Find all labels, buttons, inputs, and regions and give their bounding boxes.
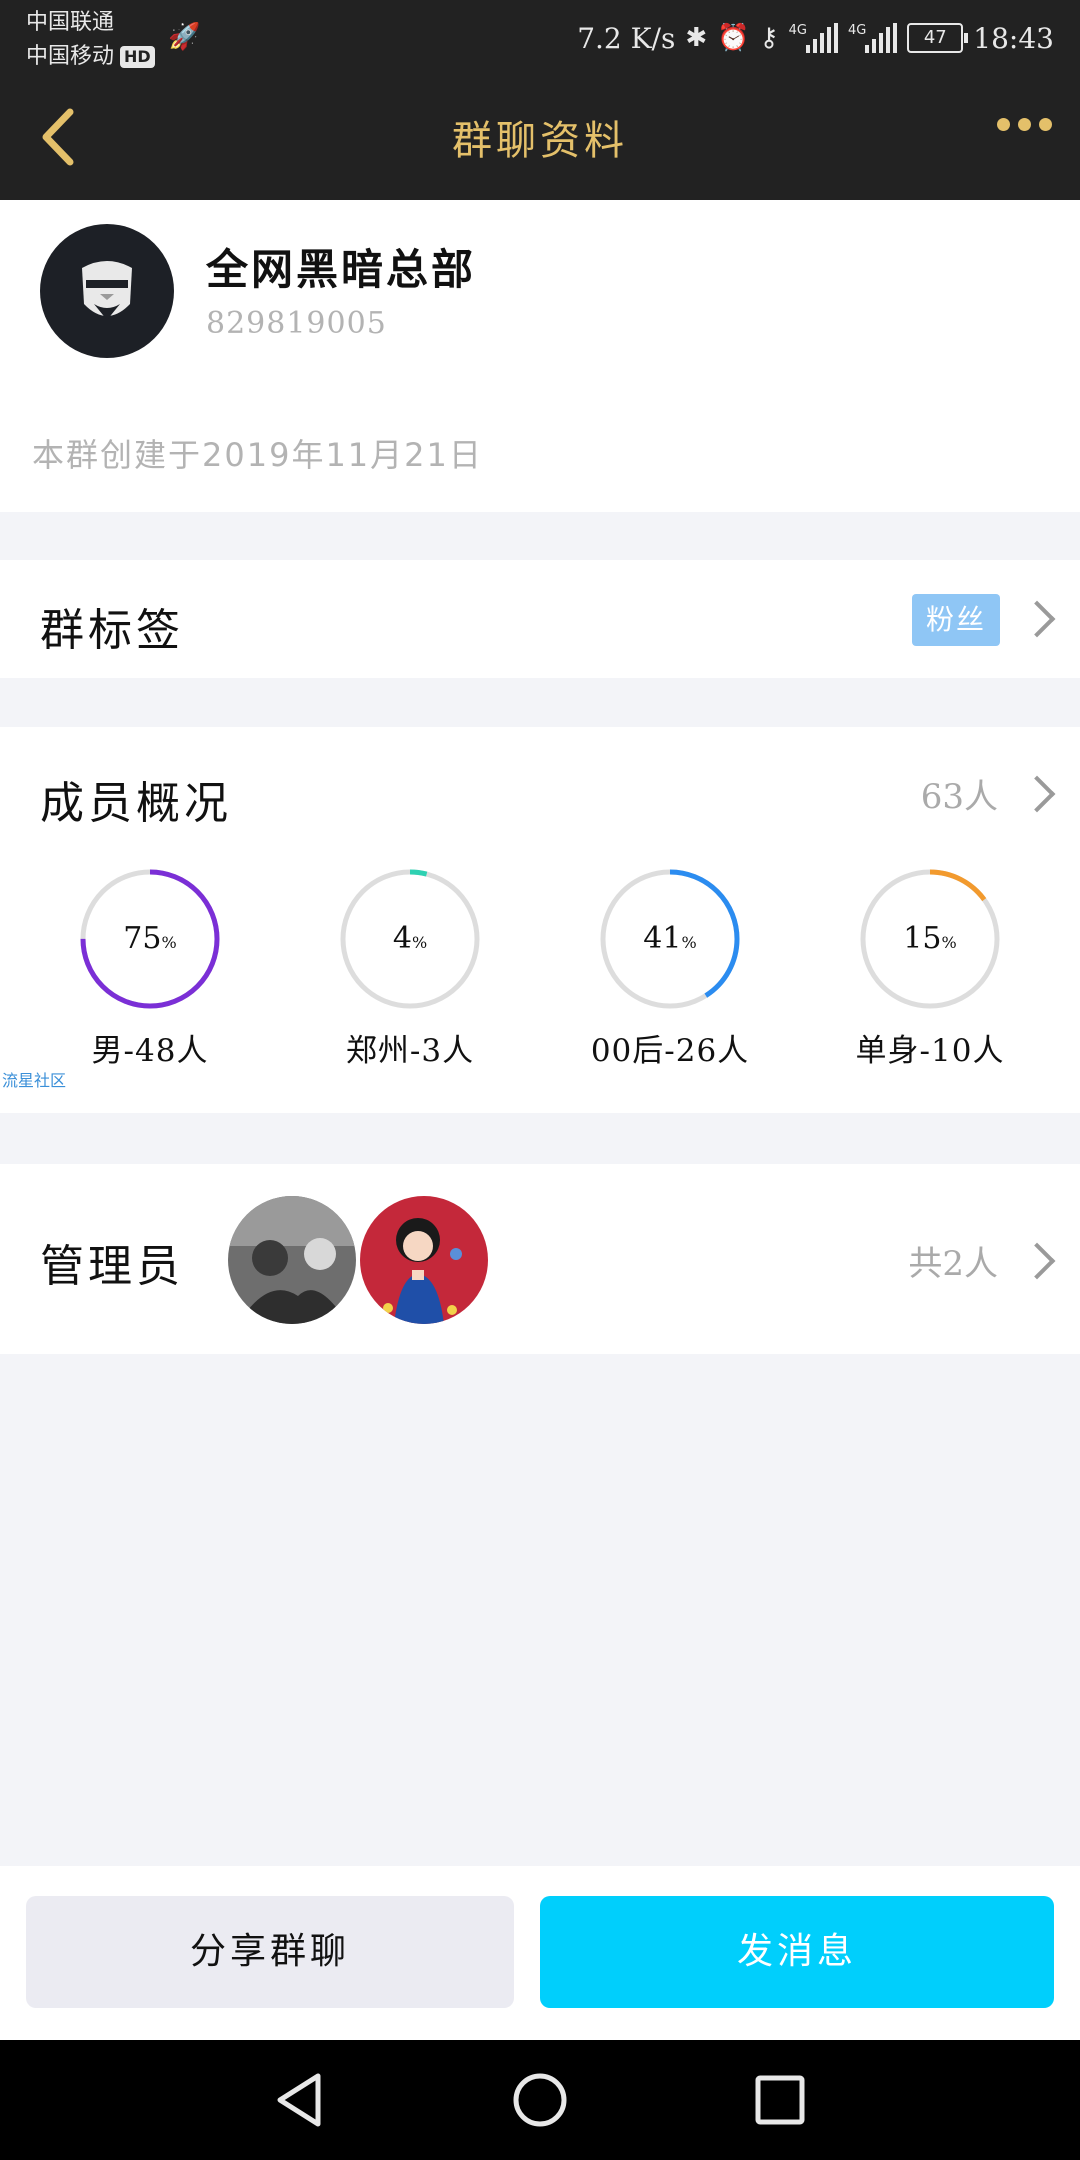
member-stat: 41% 00后-26人 — [580, 867, 760, 1070]
avatar-image — [228, 1196, 356, 1324]
watermark-text: 流星社区 — [2, 1071, 67, 1090]
alarm-icon: ⏰ — [717, 23, 750, 53]
stat-ring: 15% — [858, 867, 1002, 1011]
network-2-label: 4G — [847, 23, 867, 38]
share-group-button[interactable]: 分享群聊 — [26, 1896, 514, 2008]
mask-icon — [82, 261, 132, 320]
stat-value: 4 — [392, 921, 412, 956]
triangle-back-icon — [277, 2073, 321, 2127]
chevron-right-icon — [1018, 1242, 1056, 1280]
group-tags-title: 群标签 — [40, 605, 184, 656]
chevron-right-icon — [1018, 600, 1056, 638]
stat-unit: % — [411, 933, 428, 952]
carrier-1: 中国联通 — [26, 10, 115, 35]
group-profile-card: 全网黑暗总部 829819005 本群创建于2019年11月21日 — [0, 200, 1080, 512]
top-bar: 中国联通 中国移动 HD 🚀 7.2 K/s ✱ ⏰ ⚷ 4G 4G 47 18:… — [0, 0, 1080, 200]
circle-home-icon — [513, 2073, 567, 2127]
rocket-icon: 🚀 — [168, 22, 201, 52]
member-overview-card[interactable]: 成员概况 63人 75% 男-48人 4% 郑州-3人 41% 00后-26人 … — [0, 727, 1080, 1113]
net-speed: 7.2 K/s — [577, 21, 676, 55]
status-icons: 7.2 K/s ✱ ⏰ ⚷ 4G 4G 47 18:43 — [577, 16, 1054, 60]
hd-badge: HD — [120, 46, 155, 68]
stat-label: 00后-26人 — [590, 1033, 750, 1069]
system-nav-bar — [0, 2040, 1080, 2160]
group-avatar[interactable] — [40, 224, 174, 358]
action-bar: 分享群聊 发消息 — [0, 1866, 1080, 2040]
send-message-button[interactable]: 发消息 — [540, 1896, 1054, 2008]
stat-ring: 4% — [338, 867, 482, 1011]
admin-avatar[interactable] — [360, 1196, 488, 1324]
nav-home-button[interactable] — [508, 2068, 572, 2132]
nav-recents-button[interactable] — [748, 2068, 812, 2132]
carrier-2: 中国移动 — [26, 44, 115, 69]
member-overview-title: 成员概况 — [40, 778, 232, 829]
member-stat: 4% 郑州-3人 — [320, 867, 500, 1070]
stat-unit: % — [681, 933, 697, 952]
more-options-button[interactable] — [997, 118, 1052, 131]
stat-value: 41 — [643, 921, 682, 956]
stat-unit: % — [161, 933, 177, 952]
more-dot-icon — [1018, 118, 1031, 131]
member-stat: 15% 单身-10人 — [840, 867, 1020, 1070]
group-id: 829819005 — [206, 306, 387, 341]
admins-row[interactable]: 管理员 共2人 — [0, 1164, 1080, 1354]
chevron-right-icon — [1018, 775, 1056, 813]
stat-label: 男-48人 — [91, 1033, 209, 1069]
group-created-date: 本群创建于2019年11月21日 — [32, 436, 483, 474]
group-tags-row[interactable]: 群标签 粉丝 — [0, 560, 1080, 678]
more-dot-icon — [997, 118, 1010, 131]
more-dot-icon — [1039, 118, 1052, 131]
admin-count: 共2人 — [908, 1244, 998, 1284]
member-stat: 75% 男-48人 — [60, 867, 240, 1070]
clock: 18:43 — [973, 21, 1054, 55]
signal-2-icon: 4G — [847, 23, 898, 53]
tag-badge: 粉丝 — [911, 594, 1000, 646]
square-recents-icon — [755, 2075, 805, 2125]
stat-ring: 75% — [78, 867, 222, 1011]
stat-label: 单身-10人 — [855, 1033, 1005, 1069]
network-1-label: 4G — [788, 23, 807, 38]
carrier-info: 中国联通 中国移动 HD — [26, 6, 155, 74]
avatar-image — [360, 1196, 488, 1324]
stat-value: 75 — [123, 921, 162, 956]
member-count: 63人 — [920, 777, 998, 817]
admins-title: 管理员 — [40, 1241, 184, 1292]
group-name: 全网黑暗总部 — [206, 245, 477, 294]
key-icon: ⚷ — [759, 23, 779, 53]
admin-avatar[interactable] — [228, 1196, 356, 1324]
stat-label: 郑州-3人 — [345, 1033, 475, 1069]
battery-icon: 47 — [907, 23, 969, 53]
bluetooth-icon: ✱ — [685, 23, 708, 53]
stat-unit: % — [941, 933, 957, 952]
nav-back-button[interactable] — [270, 2068, 334, 2132]
stat-ring: 41% — [598, 867, 742, 1011]
signal-1-icon: 4G — [789, 23, 838, 53]
stat-value: 15 — [903, 921, 942, 956]
page-title: 群聊资料 — [452, 118, 628, 164]
